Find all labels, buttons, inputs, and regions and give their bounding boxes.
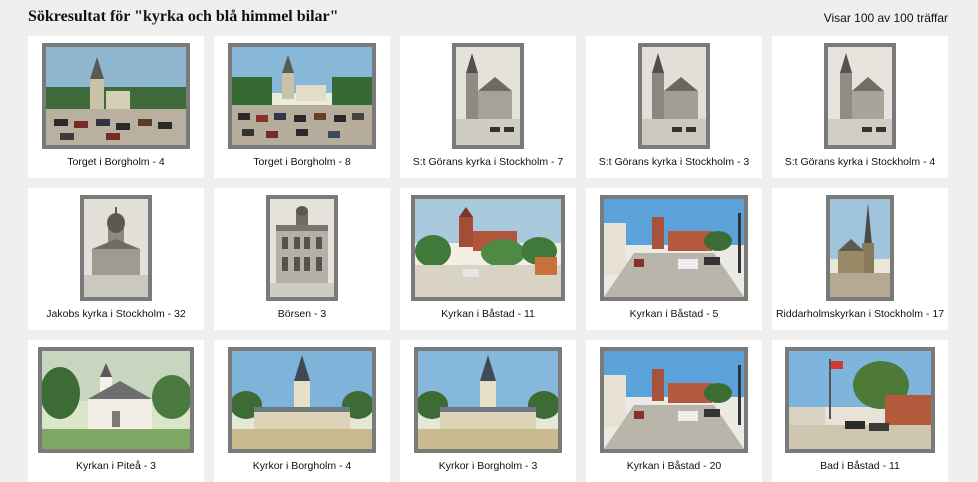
result-card[interactable]: Kyrkor i Borgholm - 4 [214, 340, 390, 482]
result-card[interactable]: Börsen - 3 [214, 188, 390, 330]
postcard-thumbnail[interactable] [600, 195, 748, 301]
result-card[interactable]: Torget i Borgholm - 8 [214, 36, 390, 178]
color-church-facade-icon [232, 351, 372, 449]
color-church-facade-icon [418, 351, 558, 449]
result-caption[interactable]: S:t Görans kyrka i Stockholm - 7 [400, 156, 576, 168]
color-street-church-icon [604, 351, 744, 449]
postcard-thumbnail[interactable] [785, 347, 935, 453]
result-card[interactable]: S:t Görans kyrka i Stockholm - 7 [400, 36, 576, 178]
postcard-thumbnail[interactable] [266, 195, 338, 301]
result-card[interactable]: Kyrkan i Piteå - 3 [28, 340, 204, 482]
result-caption[interactable]: Kyrkan i Båstad - 11 [400, 308, 576, 320]
result-card[interactable]: Bad i Båstad - 11 [772, 340, 948, 482]
result-caption[interactable]: Bad i Båstad - 11 [772, 460, 948, 472]
result-card[interactable]: Kyrkan i Båstad - 5 [586, 188, 762, 330]
postcard-thumbnail[interactable] [600, 347, 748, 453]
postcard-thumbnail[interactable] [452, 43, 524, 149]
result-card[interactable]: Kyrkor i Borgholm - 3 [400, 340, 576, 482]
result-caption[interactable]: Kyrkan i Båstad - 5 [586, 308, 762, 320]
results-header: Sökresultat för "kyrka och blå himmel bi… [0, 0, 978, 34]
bw-church-icon [456, 47, 520, 145]
bw-church-icon [642, 47, 706, 145]
bw-building-icon [270, 199, 334, 297]
postcard-thumbnail[interactable] [826, 195, 894, 301]
bw-dome-church-icon [84, 199, 148, 297]
result-card[interactable]: Kyrkan i Båstad - 20 [586, 340, 762, 482]
postcard-thumbnail[interactable] [411, 195, 565, 301]
result-caption[interactable]: Börsen - 3 [214, 308, 390, 320]
postcard-thumbnail[interactable] [228, 347, 376, 453]
result-card[interactable]: Torget i Borgholm - 4 [28, 36, 204, 178]
result-card[interactable]: S:t Görans kyrka i Stockholm - 4 [772, 36, 948, 178]
postcard-thumbnail[interactable] [228, 43, 376, 149]
bw-church-icon [828, 47, 892, 145]
result-caption[interactable]: Kyrkan i Piteå - 3 [28, 460, 204, 472]
color-white-church-icon [42, 351, 190, 449]
result-card[interactable]: Riddarholmskyrkan i Stockholm - 17 [772, 188, 948, 330]
result-caption[interactable]: Kyrkor i Borgholm - 3 [400, 460, 576, 472]
result-caption[interactable]: Torget i Borgholm - 4 [28, 156, 204, 168]
color-church-trees-icon [415, 199, 561, 297]
postcard-thumbnail[interactable] [638, 43, 710, 149]
page-title: Sökresultat för "kyrka och blå himmel bi… [28, 8, 339, 25]
color-street-church-icon [604, 199, 744, 297]
result-caption[interactable]: Kyrkor i Borgholm - 4 [214, 460, 390, 472]
postcard-thumbnail[interactable] [38, 347, 194, 453]
result-caption[interactable]: Torget i Borgholm - 8 [214, 156, 390, 168]
color-square-flags-icon [789, 351, 931, 449]
result-caption[interactable]: Riddarholmskyrkan i Stockholm - 17 [772, 308, 948, 320]
result-caption[interactable]: S:t Görans kyrka i Stockholm - 3 [586, 156, 762, 168]
postcard-thumbnail[interactable] [42, 43, 190, 149]
result-card[interactable]: Jakobs kyrka i Stockholm - 32 [28, 188, 204, 330]
results-grid: Torget i Borgholm - 4 Torget i Borgholm … [28, 36, 950, 482]
result-caption[interactable]: Jakobs kyrka i Stockholm - 32 [28, 308, 204, 320]
result-card[interactable]: Kyrkan i Båstad - 11 [400, 188, 576, 330]
postcard-thumbnail[interactable] [414, 347, 562, 453]
result-caption[interactable]: S:t Görans kyrka i Stockholm - 4 [772, 156, 948, 168]
result-card[interactable]: S:t Görans kyrka i Stockholm - 3 [586, 36, 762, 178]
postcard-thumbnail[interactable] [824, 43, 896, 149]
postcard-thumbnail[interactable] [80, 195, 152, 301]
color-square-church-cars-icon [46, 47, 186, 145]
result-caption[interactable]: Kyrkan i Båstad - 20 [586, 460, 762, 472]
result-count: Visar 100 av 100 träffar [823, 11, 948, 25]
color-square-church-cars-icon [232, 47, 372, 145]
color-spire-church-icon [830, 199, 890, 297]
